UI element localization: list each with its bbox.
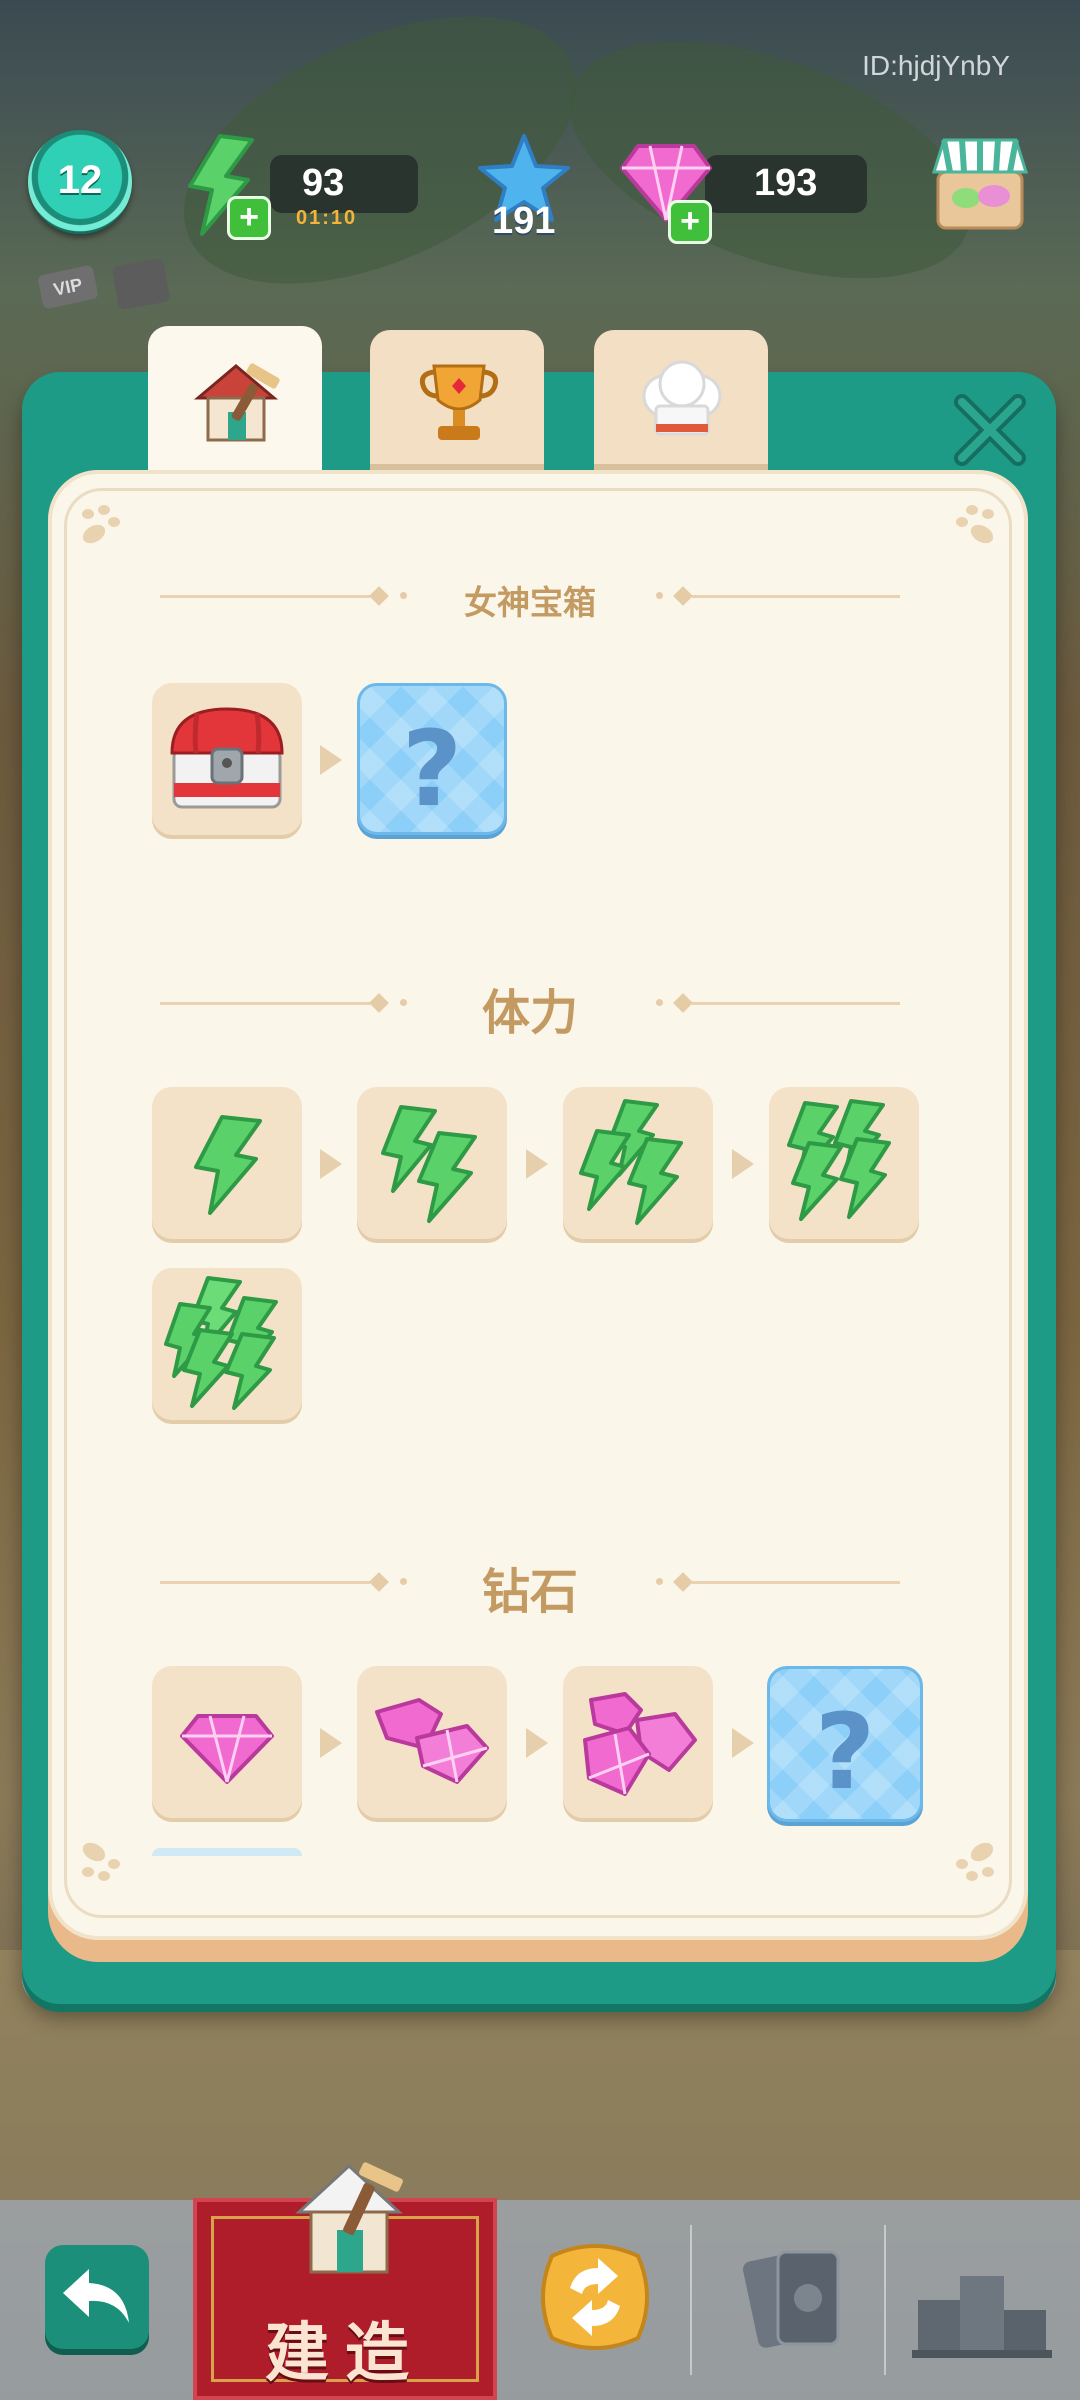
energy-2-icon (381, 1105, 477, 1223)
nav-divider (884, 2225, 886, 2375)
star-value: 191 (492, 200, 556, 242)
energy-4-icon (787, 1099, 891, 1221)
reward-tile-partial (152, 1848, 302, 1856)
reward-tile-gem[interactable] (357, 1666, 507, 1818)
reward-tile-gem[interactable] (563, 1666, 713, 1818)
reward-tile-energy[interactable] (152, 1268, 302, 1420)
paw-decoration-icon (82, 1842, 120, 1881)
section-header-goddess-chest: 女神宝箱 (160, 566, 900, 626)
progression-arrow-icon (320, 1728, 342, 1758)
nav-divider (690, 2225, 692, 2375)
gem-1-icon (180, 1714, 274, 1784)
question-mark-icon: ? (814, 1691, 876, 1813)
level-badge[interactable]: 12 (28, 130, 132, 234)
leaderboard-podium-icon[interactable] (912, 2250, 1052, 2360)
section-header-gems: 钻石 (160, 1552, 900, 1619)
video-icon[interactable] (111, 257, 171, 311)
reward-tile-energy[interactable] (152, 1087, 302, 1239)
section-title: 钻石 (481, 1566, 578, 1619)
player-id: ID:hjdjYnbY (862, 50, 1010, 81)
progression-arrow-icon (526, 1728, 548, 1758)
gem-3-icon (583, 1692, 697, 1796)
build-house-icon (295, 2162, 403, 2274)
section-title: 体力 (481, 987, 578, 1040)
swap-icon[interactable] (530, 2232, 660, 2362)
progression-arrow-icon (526, 1149, 548, 1179)
question-mark-icon: ? (401, 708, 463, 830)
energy-5-icon (164, 1276, 278, 1410)
build-label: 建造 (265, 2317, 425, 2389)
reward-tile-chest[interactable] (152, 683, 302, 835)
back-button[interactable] (45, 2245, 149, 2349)
energy-value: 93 (302, 162, 345, 204)
vip-badge[interactable]: VIP (37, 264, 99, 310)
reward-tile-mystery[interactable]: ? (357, 683, 507, 835)
energy-3-icon (579, 1099, 683, 1225)
reward-tile-energy[interactable] (563, 1087, 713, 1239)
reward-tile-energy[interactable] (769, 1087, 919, 1239)
reward-tile-gem[interactable] (152, 1666, 302, 1818)
trophy-icon (419, 364, 499, 440)
gem-value: 193 (754, 162, 818, 204)
progression-arrow-icon (732, 1149, 754, 1179)
progression-arrow-icon (732, 1728, 754, 1758)
paw-decoration-icon (82, 505, 120, 544)
tab-trophy[interactable] (370, 330, 544, 470)
back-arrow-icon (63, 2269, 129, 2323)
progression-arrow-icon (320, 1149, 342, 1179)
close-icon[interactable] (950, 390, 1030, 470)
shop-icon[interactable] (930, 132, 1030, 236)
progression-arrow-icon (320, 745, 342, 775)
section-title: 女神宝箱 (464, 584, 596, 621)
reward-tile-energy[interactable] (357, 1087, 507, 1239)
add-energy-button[interactable]: + (227, 196, 271, 240)
build-button[interactable]: 建造 (193, 2162, 497, 2400)
tab-chef[interactable] (594, 330, 768, 470)
treasure-chest-icon (170, 707, 284, 809)
cards-icon[interactable] (740, 2240, 850, 2360)
add-gem-button[interactable]: + (668, 200, 712, 244)
house-icon (193, 363, 280, 442)
level-number: 12 (57, 158, 103, 202)
energy-timer: 01:10 (296, 207, 358, 229)
tab-build[interactable] (148, 326, 322, 476)
gem-2-icon (375, 1698, 489, 1784)
reward-tile-mystery[interactable]: ? (767, 1666, 923, 1822)
paw-decoration-icon (956, 505, 994, 544)
chef-hat-icon (642, 360, 722, 436)
energy-1-icon (194, 1115, 262, 1215)
section-header-energy: 体力 (160, 973, 900, 1040)
paw-decoration-icon (956, 1842, 994, 1881)
